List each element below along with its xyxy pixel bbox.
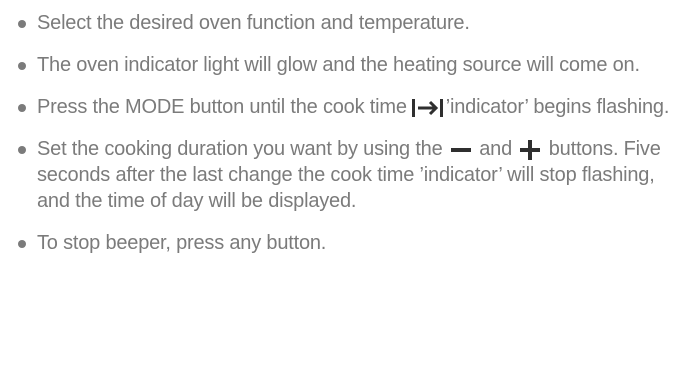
bullet-icon xyxy=(18,240,26,248)
instruction-step: Press the MODE button until the cook tim… xyxy=(18,94,678,120)
instruction-step: To stop beeper, press any button. xyxy=(18,230,678,256)
instruction-step: Select the desired oven function and tem… xyxy=(18,10,678,36)
bullet-icon xyxy=(18,62,26,70)
bullet-icon xyxy=(18,20,26,28)
plus-icon xyxy=(519,139,541,161)
instruction-step: Set the cooking duration you want by usi… xyxy=(18,136,678,214)
bullet-icon xyxy=(18,146,26,154)
instruction-text: To stop beeper, press any button. xyxy=(37,232,327,254)
instruction-text: Select the desired oven function and tem… xyxy=(37,12,470,34)
instruction-text-before-icon: Press the MODE button until the cook tim… xyxy=(37,96,407,118)
minus-icon xyxy=(450,143,472,157)
instruction-text-after-icon: ’indicator’ begins flashing. xyxy=(445,96,670,118)
instruction-text: The oven indicator light will glow and t… xyxy=(37,54,640,76)
instruction-text-before-minus: Set the cooking duration you want by usi… xyxy=(37,138,443,160)
bullet-icon xyxy=(18,104,26,112)
cook-time-icon xyxy=(411,98,444,118)
instruction-list: Select the desired oven function and tem… xyxy=(18,10,678,272)
instruction-text-between-icons: and xyxy=(479,138,513,160)
instruction-step: The oven indicator light will glow and t… xyxy=(18,52,678,78)
